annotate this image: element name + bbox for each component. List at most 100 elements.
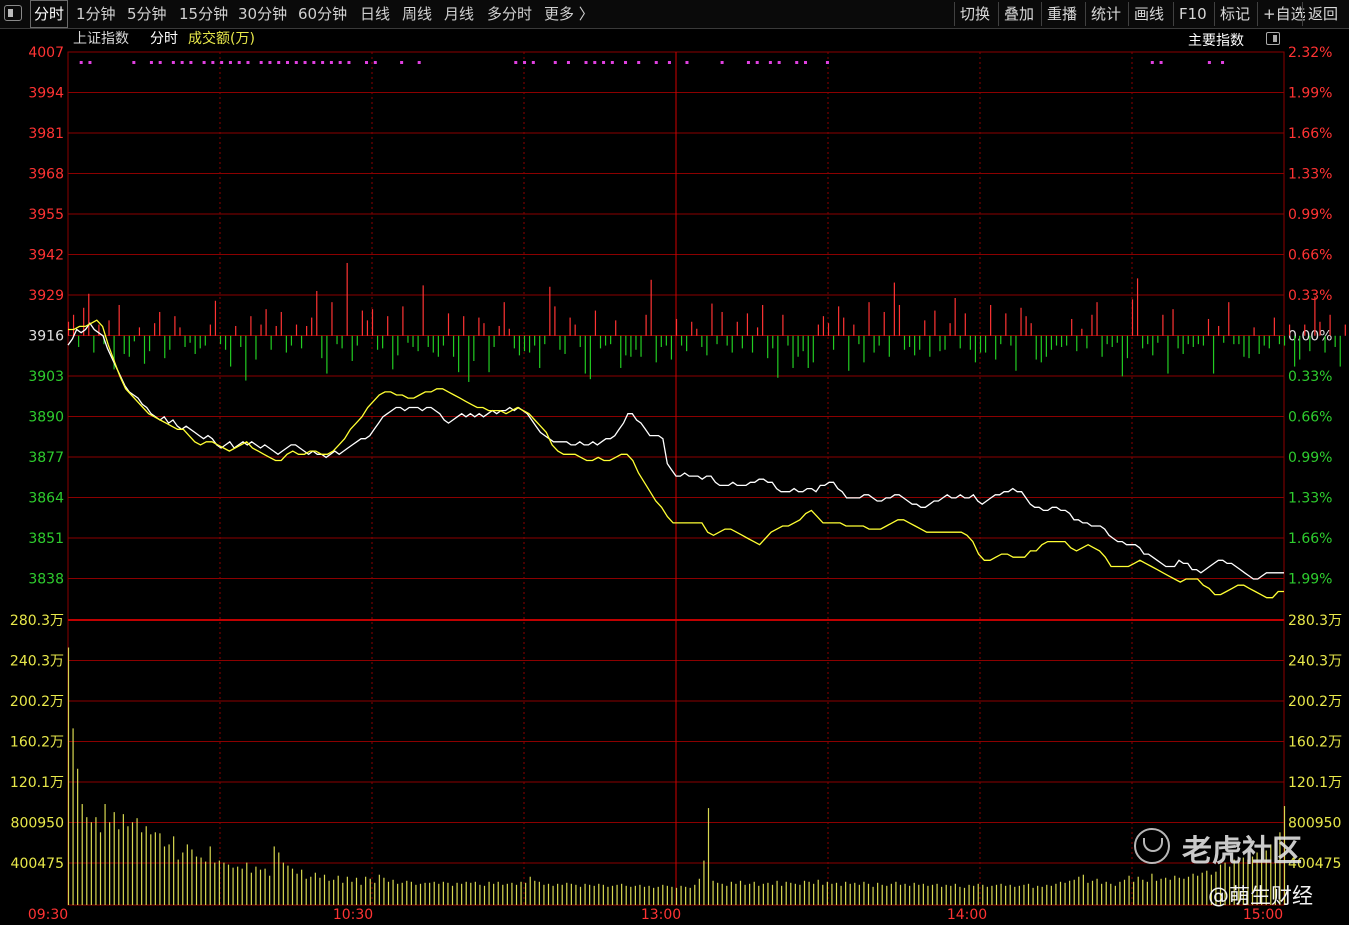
signal-marker (746, 61, 750, 64)
pct-tick-label: 0.66% (1288, 410, 1332, 426)
signal-marker (88, 61, 92, 64)
volume-tick-label: 400475 (11, 856, 64, 872)
pct-tick-label: 1.33% (1288, 167, 1332, 183)
signal-marker (795, 61, 799, 64)
signal-marker (171, 61, 175, 64)
pct-tick-label: 1.99% (1288, 86, 1332, 102)
signal-marker (667, 61, 671, 64)
volume-tick-label: 200.2万 (10, 694, 64, 710)
signal-marker (417, 61, 421, 64)
signal-marker (602, 61, 606, 64)
volume-tick-label: 800950 (11, 816, 64, 832)
signal-marker (285, 61, 289, 64)
signal-marker (329, 61, 333, 64)
signal-marker (365, 61, 369, 64)
signal-marker (825, 61, 829, 64)
signal-marker (637, 61, 641, 64)
signal-marker (303, 61, 307, 64)
signal-marker (294, 61, 298, 64)
signal-marker (158, 61, 162, 64)
signal-marker (593, 61, 597, 64)
signal-marker (610, 61, 614, 64)
pct-tick-label: 1.66% (1288, 531, 1332, 547)
pct-tick-label: 0.99% (1288, 450, 1332, 466)
signal-marker (373, 61, 377, 64)
volume-tick-label-right: 200.2万 (1288, 694, 1342, 710)
signal-marker (1207, 61, 1211, 64)
pct-tick-label: 1.33% (1288, 491, 1332, 507)
pct-tick-label: 0.33% (1288, 369, 1332, 385)
price-tick-label: 3890 (28, 410, 64, 426)
price-tick-label: 3838 (28, 572, 64, 588)
pct-tick-label: 0.99% (1288, 207, 1332, 223)
time-tick-label: 13:00 (641, 907, 681, 923)
volume-tick-label-right: 280.3万 (1288, 613, 1342, 629)
signal-marker (685, 61, 689, 64)
tiger-logo-icon (1134, 828, 1170, 864)
price-tick-label: 3929 (28, 288, 64, 304)
signal-marker (246, 61, 250, 64)
pct-tick-label: 0.33% (1288, 288, 1332, 304)
price-tick-label: 3981 (28, 126, 64, 142)
signal-marker (400, 61, 404, 64)
signal-marker (312, 61, 316, 64)
signal-marker (553, 61, 557, 64)
signal-marker (132, 61, 136, 64)
signal-marker (189, 61, 193, 64)
watermark-text: 老虎社区 (1182, 834, 1302, 869)
signal-marker (1221, 61, 1225, 64)
signal-marker (624, 61, 628, 64)
price-tick-label: 3916 (28, 329, 64, 345)
volume-tick-label: 160.2万 (10, 735, 64, 751)
signal-marker (277, 61, 281, 64)
signal-marker (228, 61, 232, 64)
price-tick-label: 3955 (28, 207, 64, 223)
signal-marker (79, 61, 83, 64)
pct-tick-label: 0.66% (1288, 248, 1332, 264)
price-tick-label: 3877 (28, 450, 64, 466)
signal-marker (566, 61, 570, 64)
credit-text: @萌生财经 (1208, 884, 1313, 908)
time-tick-label: 10:30 (333, 907, 373, 923)
signal-marker (531, 61, 535, 64)
pct-tick-label: 2.32% (1288, 45, 1332, 61)
price-tick-label: 3968 (28, 167, 64, 183)
signal-marker (268, 61, 272, 64)
price-tick-label: 3864 (28, 491, 64, 507)
pct-tick-label: 1.66% (1288, 126, 1332, 142)
signal-marker (584, 61, 588, 64)
signal-marker (1159, 61, 1163, 64)
signal-marker (804, 61, 808, 64)
signal-marker (237, 61, 241, 64)
signal-marker (149, 61, 153, 64)
signal-marker (654, 61, 658, 64)
pct-tick-label: 1.99% (1288, 572, 1332, 588)
signal-marker (755, 61, 759, 64)
price-tick-label: 3903 (28, 369, 64, 385)
signal-marker (211, 61, 215, 64)
price-tick-label: 4007 (28, 45, 64, 61)
signal-marker (220, 61, 224, 64)
price-tick-label: 3942 (28, 248, 64, 264)
signal-marker (259, 61, 263, 64)
signal-marker (523, 61, 527, 64)
signal-marker (338, 61, 342, 64)
volume-tick-label-right: 120.1万 (1288, 775, 1342, 791)
volume-tick-label: 240.3万 (10, 654, 64, 670)
signal-marker (347, 61, 351, 64)
signal-marker (321, 61, 325, 64)
signal-marker (777, 61, 781, 64)
time-tick-label: 14:00 (947, 907, 987, 923)
volume-tick-label: 120.1万 (10, 775, 64, 791)
signal-marker (768, 61, 772, 64)
volume-tick-label-right: 240.3万 (1288, 654, 1342, 670)
signal-marker (1150, 61, 1154, 64)
volume-tick-label-right: 160.2万 (1288, 735, 1342, 751)
signal-marker (180, 61, 184, 64)
signal-marker (202, 61, 206, 64)
intraday-chart: 4007 2.32% 3994 1.99% 3981 1.66% 3968 1.33% 3955… (10, 45, 1346, 923)
time-tick-label: 09:30 (28, 907, 68, 923)
signal-marker (720, 61, 724, 64)
price-tick-label: 3994 (28, 86, 64, 102)
price-tick-label: 3851 (28, 531, 64, 547)
